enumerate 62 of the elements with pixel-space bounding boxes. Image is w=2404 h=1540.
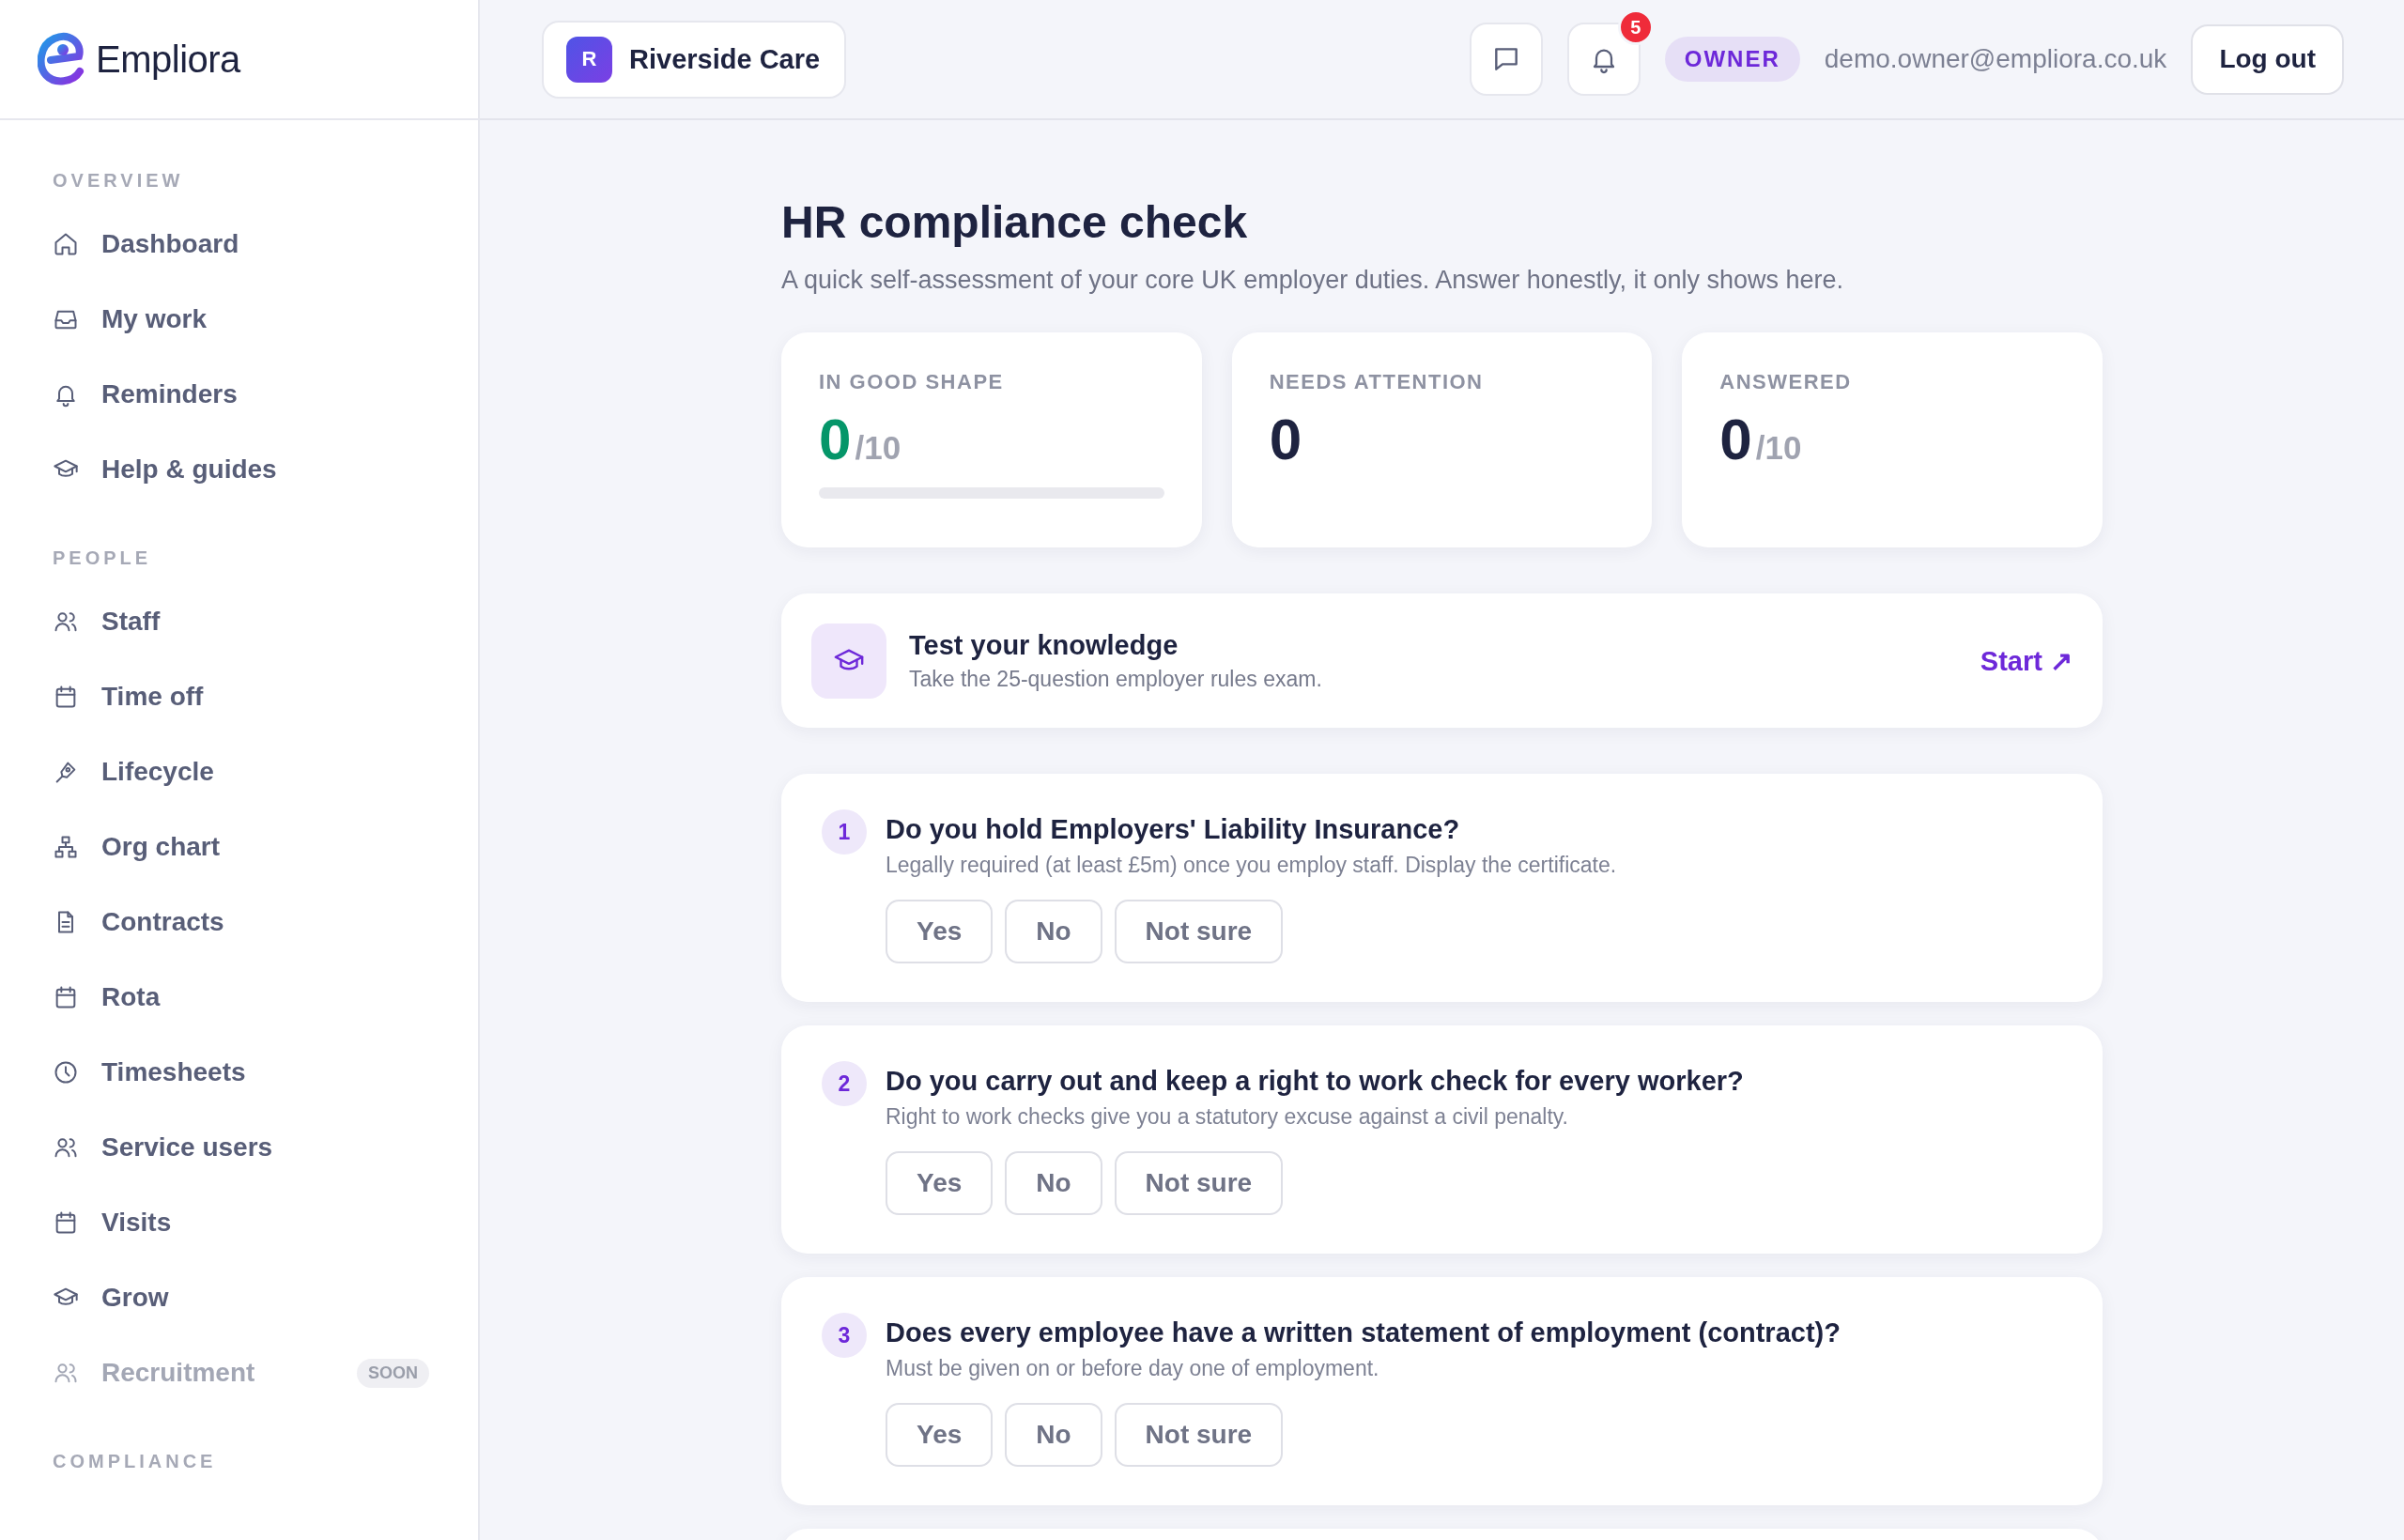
answer-button[interactable]: Not sure [1114, 1151, 1284, 1215]
quiz-description: Take the 25-question employer rules exam. [909, 666, 1323, 692]
question-title: Do you hold Employers' Liability Insurance? [886, 813, 1461, 846]
stat-label: ANSWERED [1719, 370, 1853, 394]
nav-item[interactable]: Service users [0, 1110, 478, 1185]
nav-item[interactable]: Grow [0, 1260, 478, 1335]
answer-button[interactable]: No [1005, 1151, 1102, 1215]
role-badge: OWNER [1664, 37, 1800, 82]
organization-avatar: R [566, 36, 612, 83]
answer-button[interactable]: No [1005, 900, 1102, 963]
question-description: Right to work checks give you a statutory excuse against a civil penalty. [886, 1103, 1569, 1131]
page-subtitle: A quick self-assessment of your core UK employer duties. Answer honestly, it only shows here. [781, 265, 1844, 296]
answer-button[interactable]: Yes [886, 900, 994, 963]
stat-value: 0 [1269, 406, 1302, 472]
nav-item[interactable]: Visits [0, 1185, 478, 1260]
section-label: PEOPLE [53, 547, 152, 570]
nav-item[interactable]: Time off [0, 659, 478, 734]
brand-name: Empliora [96, 38, 240, 81]
organization-switcher[interactable]: R Riverside Care [542, 20, 847, 99]
logout-button[interactable]: Log out [2191, 23, 2344, 95]
answer-button[interactable]: Yes [886, 1403, 994, 1467]
notification-count: 5 [1617, 9, 1654, 45]
notifications-button[interactable] [1566, 23, 1641, 96]
section-label: OVERVIEW [53, 169, 184, 192]
nav-item[interactable]: Dashboard [0, 207, 478, 282]
home-icon [53, 231, 79, 257]
stat-label: NEEDS ATTENTION [1269, 370, 1485, 394]
page-title: HR compliance check [781, 196, 1249, 249]
stat-value: 0 [1719, 406, 1752, 472]
answer-button[interactable]: Not sure [1114, 1403, 1284, 1467]
stat-label: IN GOOD SHAPE [819, 370, 1005, 394]
nav-item[interactable]: Staff [0, 584, 478, 659]
question-description: Legally required (at least £5m) once you employ staff. Display the certificate. [886, 852, 1617, 879]
nav-item[interactable]: Timesheets [0, 1035, 478, 1110]
stat-total: /10 [855, 429, 902, 467]
section-label: COMPLIANCE [53, 1450, 217, 1473]
nav-item[interactable]: Rota [0, 960, 478, 1035]
question-number: 2 [822, 1061, 867, 1106]
stat-total: /10 [1755, 429, 1802, 467]
answer-button[interactable]: Yes [886, 1151, 994, 1215]
messages-button[interactable] [1469, 23, 1543, 96]
quiz-title: Test your knowledge [909, 629, 1179, 661]
nav-item[interactable]: Contracts [0, 885, 478, 960]
question-number: 1 [822, 809, 867, 855]
question-title: Do you carry out and keep a right to work check for every worker? [886, 1065, 1744, 1098]
logo-icon [38, 32, 85, 86]
nav-item[interactable]: My work [0, 282, 478, 357]
nav-item[interactable]: Help & guides [0, 432, 478, 507]
org-chart-icon [53, 834, 79, 860]
stat-value: 0 [819, 406, 852, 472]
answer-button[interactable]: Not sure [1114, 900, 1284, 963]
answer-button[interactable]: No [1005, 1403, 1102, 1467]
question-number: 3 [822, 1313, 867, 1358]
user-email: demo.owner@empliora.co.uk [1824, 44, 2167, 74]
nav-item[interactable]: Lifecycle [0, 734, 478, 809]
soon-badge: SOON [357, 1358, 429, 1388]
nav-item[interactable]: Org chart [0, 809, 478, 885]
nav-item[interactable]: Reminders [0, 357, 478, 432]
clock-icon [53, 1059, 79, 1086]
start-link[interactable]: Start ↗ [1980, 644, 2073, 677]
question-description: Must be given on or before day one of employment. [886, 1355, 1380, 1382]
question-title: Does every employee have a written statement of employment (contract)? [886, 1317, 1841, 1349]
